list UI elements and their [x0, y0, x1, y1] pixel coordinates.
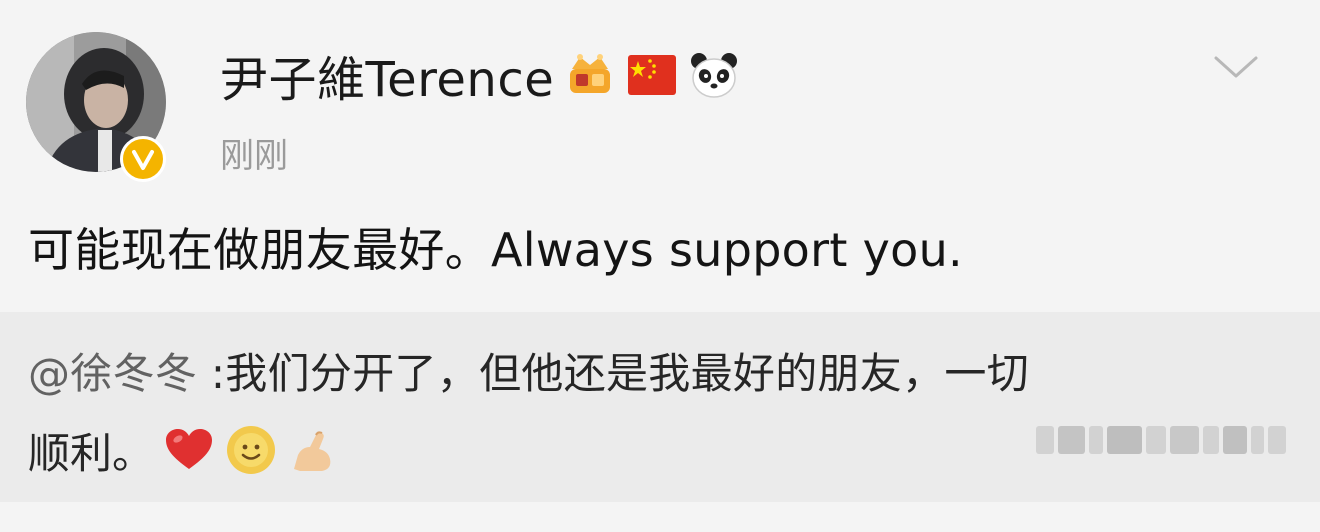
chevron-down-icon[interactable]	[1208, 48, 1264, 88]
repost-text-line-2: 顺利。	[28, 422, 340, 478]
post-text: 可能现在做朋友最好。Always support you.	[28, 223, 963, 277]
flexed-arm-icon	[286, 423, 340, 477]
repost-text-line: @徐冬冬 :我们分开了，但他还是我最好的朋友，一切	[28, 340, 1029, 401]
verified-badge-icon	[120, 136, 166, 182]
obscured-content	[1036, 418, 1287, 462]
repost-text-part2: 顺利。	[28, 428, 155, 478]
repost-box[interactable]: @徐冬冬 :我们分开了，但他还是我最好的朋友，一切 顺利。	[0, 312, 1320, 502]
repost-mention-link[interactable]: @徐冬冬	[28, 349, 197, 398]
smile-face-icon	[224, 423, 278, 477]
china-flag-icon	[626, 49, 678, 101]
panda-icon	[688, 49, 740, 101]
avatar-container[interactable]	[26, 32, 166, 182]
heart-icon	[162, 423, 216, 477]
post-timestamp[interactable]: 刚刚	[220, 128, 288, 177]
author-name[interactable]: 尹子維Terence	[220, 40, 554, 110]
post-header: 尹子維Terence	[220, 40, 740, 110]
repost-text-part1: :我们分开了，但他还是我最好的朋友，一切	[197, 349, 1030, 398]
weibo-post-card: 尹子維Terence 刚刚 可能现在做朋友最好。Always support y…	[0, 0, 1320, 532]
crown-badge-icon[interactable]	[564, 49, 616, 101]
